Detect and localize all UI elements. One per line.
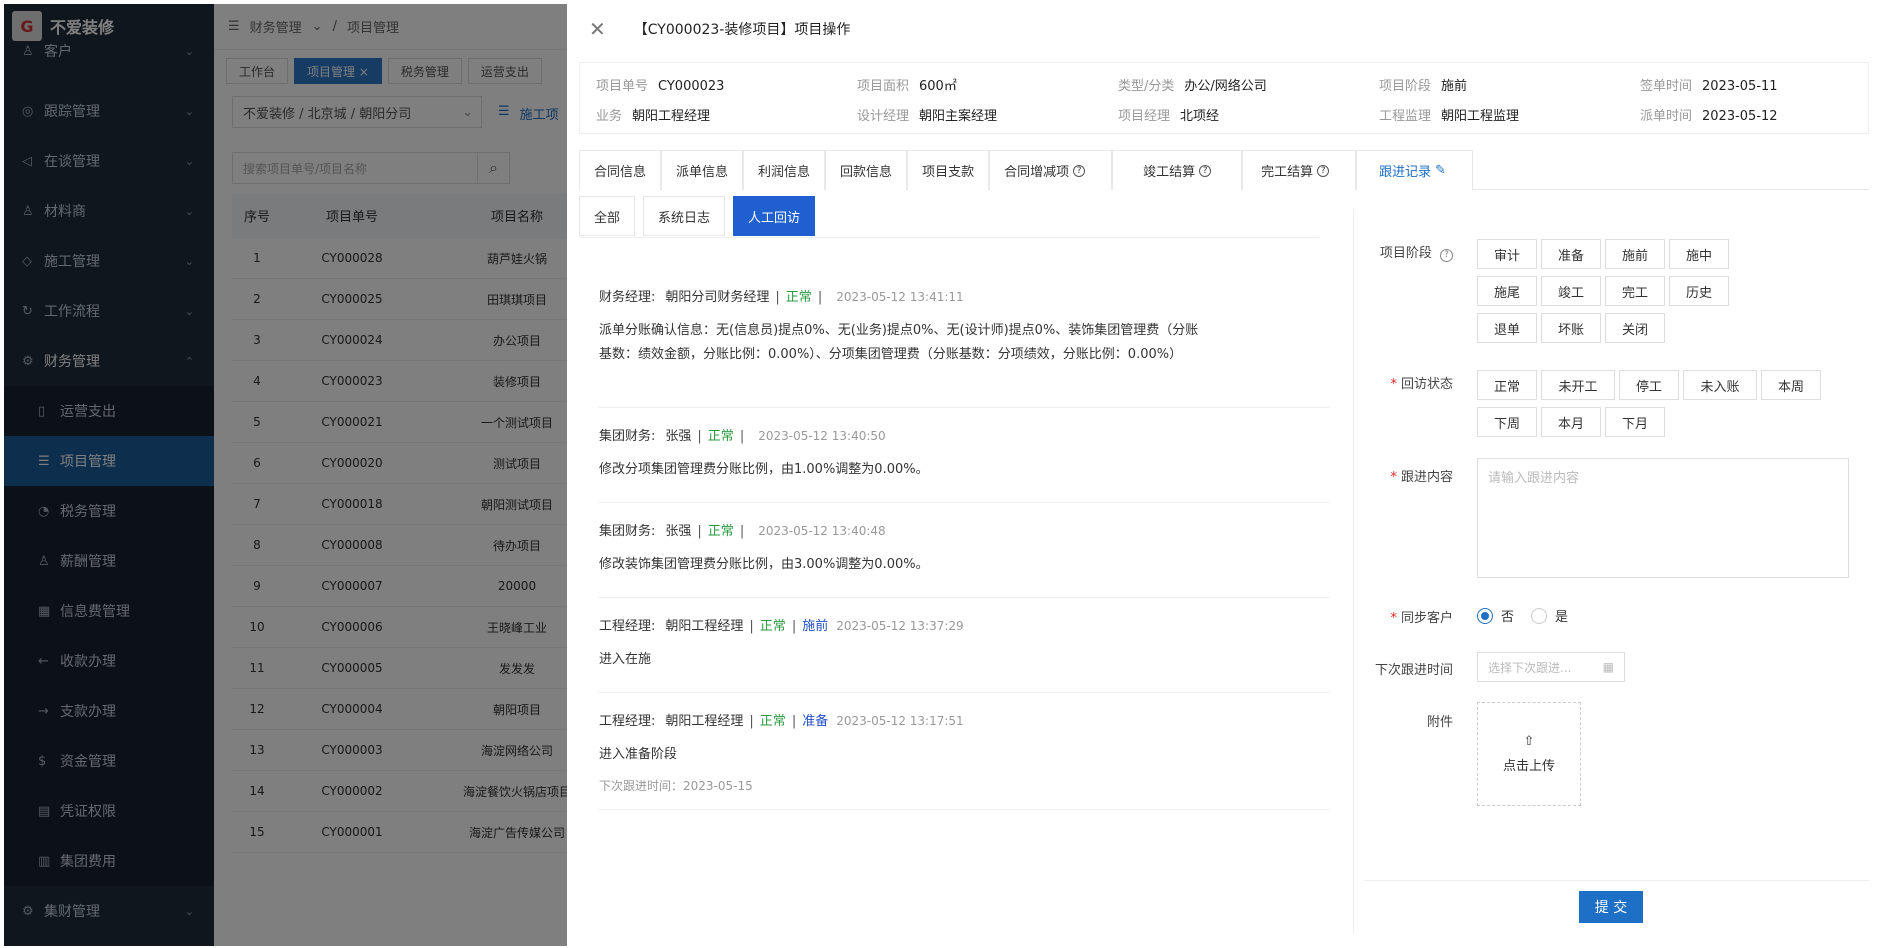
upload-icon: ⇧ xyxy=(1523,734,1535,749)
subtab-system-log[interactable]: 系统日志 xyxy=(643,196,726,236)
log-header: 集团财务: 张强 | 正常 | 2023-05-12 13:40:48 xyxy=(599,524,886,539)
sync-radio-no[interactable]: 否 xyxy=(1477,606,1514,625)
textarea-placeholder: 请输入跟进内容 xyxy=(1488,471,1580,486)
calendar-icon: ▦ xyxy=(1602,660,1614,674)
log-body: 修改装饰集团管理费分账比例，由3.00%调整为0.00%。 xyxy=(599,557,929,572)
radio-checked-icon xyxy=(1477,607,1493,624)
stage-option[interactable]: 关闭 xyxy=(1605,313,1665,343)
info-item: 业务 朝阳工程经理 xyxy=(596,109,711,124)
sync-radio-yes[interactable]: 是 xyxy=(1531,606,1568,625)
log-header: 财务经理: 朝阳分司财务经理 | 正常 | 2023-05-12 13:41:11 xyxy=(599,290,964,305)
subtab-manual-visit[interactable]: 人工回访 xyxy=(733,196,816,236)
info-item: 类型/分类 办公/网络公司 xyxy=(1118,79,1267,94)
stage-option[interactable]: 施尾 xyxy=(1477,276,1537,306)
divider xyxy=(1364,880,1869,881)
app-frame: G 不爱装修 ♙ 客户 ⌄ ◎ 跟踪管理 ⌄ ◁ 在谈管理 ⌄ ♙ 材料商 ⌄ … xyxy=(4,4,1878,946)
visit-option[interactable]: 未入账 xyxy=(1683,370,1757,400)
help-icon: ? xyxy=(1199,164,1212,177)
visit-status-label: * 回访状态 xyxy=(1390,377,1453,392)
divider xyxy=(579,237,1319,238)
log-entry: 集团财务: 张强 | 正常 | 2023-05-12 13:40:48 修改装饰集团管理费… xyxy=(599,520,1329,598)
stage-option[interactable]: 施中 xyxy=(1669,239,1729,269)
visit-option[interactable]: 下月 xyxy=(1605,407,1665,437)
stage-option[interactable]: 审计 xyxy=(1477,239,1537,269)
upload-text: 点击上传 xyxy=(1502,759,1555,774)
tab-profit[interactable]: 利润信息 xyxy=(743,150,826,190)
visit-option[interactable]: 下周 xyxy=(1477,407,1537,437)
follow-content-textarea[interactable]: 请输入跟进内容 xyxy=(1477,458,1849,578)
log-entry: 工程经理: 朝阳工程经理 | 正常 | 准备 2023-05-12 13:17:51 进入准… xyxy=(599,710,1329,810)
date-placeholder: 选择下次跟进... xyxy=(1488,660,1572,675)
visit-option[interactable]: 未开工 xyxy=(1541,370,1615,400)
tab-follow-up[interactable]: 跟进记录 ✎ xyxy=(1356,150,1474,190)
drawer-tabs: 合同信息 派单信息 利润信息 回款信息 项目支款 合同增减项? 竣工结算? 完工… xyxy=(579,150,1869,190)
info-item: 项目经理 北项经 xyxy=(1118,109,1220,124)
attachment-label: 附件 xyxy=(1426,715,1453,730)
tab-contract-change[interactable]: 合同增减项? xyxy=(989,150,1113,190)
visit-option[interactable]: 本月 xyxy=(1541,407,1601,437)
next-follow-label: 下次跟进时间 xyxy=(1374,663,1453,678)
log-body: 进入准备阶段 xyxy=(599,747,678,762)
stage-label: 项目阶段 ? xyxy=(1353,242,1453,262)
project-drawer: ✕ 【CY000023-装修项目】项目操作 项目单号 CY000023 项目面积 6… xyxy=(567,4,1878,946)
tab-finish-settlement[interactable]: 完工结算? xyxy=(1242,150,1357,190)
help-icon: ? xyxy=(1073,164,1086,177)
log-subtabs: 全部 系统日志 人工回访 xyxy=(579,196,816,236)
stage-option[interactable]: 施前 xyxy=(1605,239,1665,269)
tab-repayment[interactable]: 回款信息 xyxy=(825,150,908,190)
stage-option[interactable]: 竣工 xyxy=(1541,276,1601,306)
upload-area[interactable]: ⇧ 点击上传 xyxy=(1477,702,1581,806)
log-body: 进入在施 xyxy=(599,652,652,667)
tab-dispatch[interactable]: 派单信息 xyxy=(661,150,744,190)
info-item: 项目阶段 施前 xyxy=(1379,79,1468,94)
info-item: 派单时间 2023-05-12 xyxy=(1640,109,1778,124)
info-item: 项目单号 CY000023 xyxy=(596,79,725,94)
log-next-follow: 下次跟进时间：2023-05-15 xyxy=(599,779,753,793)
stage-option[interactable]: 历史 xyxy=(1669,276,1729,306)
project-info: 项目单号 CY000023 项目面积 600㎡ 类型/分类 办公/网络公司 项目阶段施… xyxy=(579,62,1869,134)
log-body: 派单分账确认信息：无(信息员)提点0%、无(业务)提点0%、无(设计师)提点0%… xyxy=(599,323,1199,362)
log-entry: 财务经理: 朝阳分司财务经理 | 正常 | 2023-05-12 13:41:11 派单分… xyxy=(599,286,1329,408)
info-item: 项目面积 600㎡ xyxy=(857,79,957,94)
next-follow-date-picker[interactable]: 选择下次跟进... ▦ xyxy=(1477,652,1625,682)
log-header: 工程经理: 朝阳工程经理 | 正常 | 施前 2023-05-12 13:37:29 xyxy=(599,619,964,634)
tab-project-payment[interactable]: 项目支款 xyxy=(907,150,990,190)
log-header: 工程经理: 朝阳工程经理 | 正常 | 准备 2023-05-12 13:17:51 xyxy=(599,714,964,729)
log-entry: 集团财务: 张强 | 正常 | 2023-05-12 13:40:50 修改分项集团管理费… xyxy=(599,425,1329,503)
stage-option[interactable]: 坏账 xyxy=(1541,313,1601,343)
close-icon[interactable]: ✕ xyxy=(589,17,606,41)
radio-unchecked-icon xyxy=(1531,607,1547,624)
visit-option[interactable]: 正常 xyxy=(1477,370,1537,400)
stage-option[interactable]: 退单 xyxy=(1477,313,1537,343)
visit-option[interactable]: 停工 xyxy=(1619,370,1679,400)
info-item: 设计经理 朝阳主案经理 xyxy=(857,109,998,124)
drawer-header: ✕ 【CY000023-装修项目】项目操作 xyxy=(567,4,1878,54)
help-icon: ? xyxy=(1440,248,1453,262)
content-label: * 跟进内容 xyxy=(1390,470,1453,485)
info-item: 工程监理 朝阳工程监理 xyxy=(1379,109,1520,124)
stage-option[interactable]: 完工 xyxy=(1605,276,1665,306)
log-body: 修改分项集团管理费分账比例，由1.00%调整为0.00%。 xyxy=(599,462,929,477)
log-entry: 工程经理: 朝阳工程经理 | 正常 | 施前 2023-05-12 13:37:29 进入在… xyxy=(599,615,1329,693)
edit-icon: ✎ xyxy=(1435,163,1447,178)
tab-completion-settlement[interactable]: 竣工结算? xyxy=(1112,150,1243,190)
tab-contract[interactable]: 合同信息 xyxy=(579,150,662,190)
help-icon: ? xyxy=(1317,164,1330,177)
divider xyxy=(1353,209,1354,934)
drawer-title: 【CY000023-装修项目】项目操作 xyxy=(633,22,851,38)
submit-button[interactable]: 提 交 xyxy=(1579,891,1643,923)
info-item: 签单时间 2023-05-11 xyxy=(1640,79,1778,94)
subtab-all[interactable]: 全部 xyxy=(579,196,636,236)
log-header: 集团财务: 张强 | 正常 | 2023-05-12 13:40:50 xyxy=(599,429,886,444)
stage-option[interactable]: 准备 xyxy=(1541,239,1601,269)
sync-label: * 同步客户 xyxy=(1390,611,1453,626)
visit-option[interactable]: 本周 xyxy=(1761,370,1821,400)
